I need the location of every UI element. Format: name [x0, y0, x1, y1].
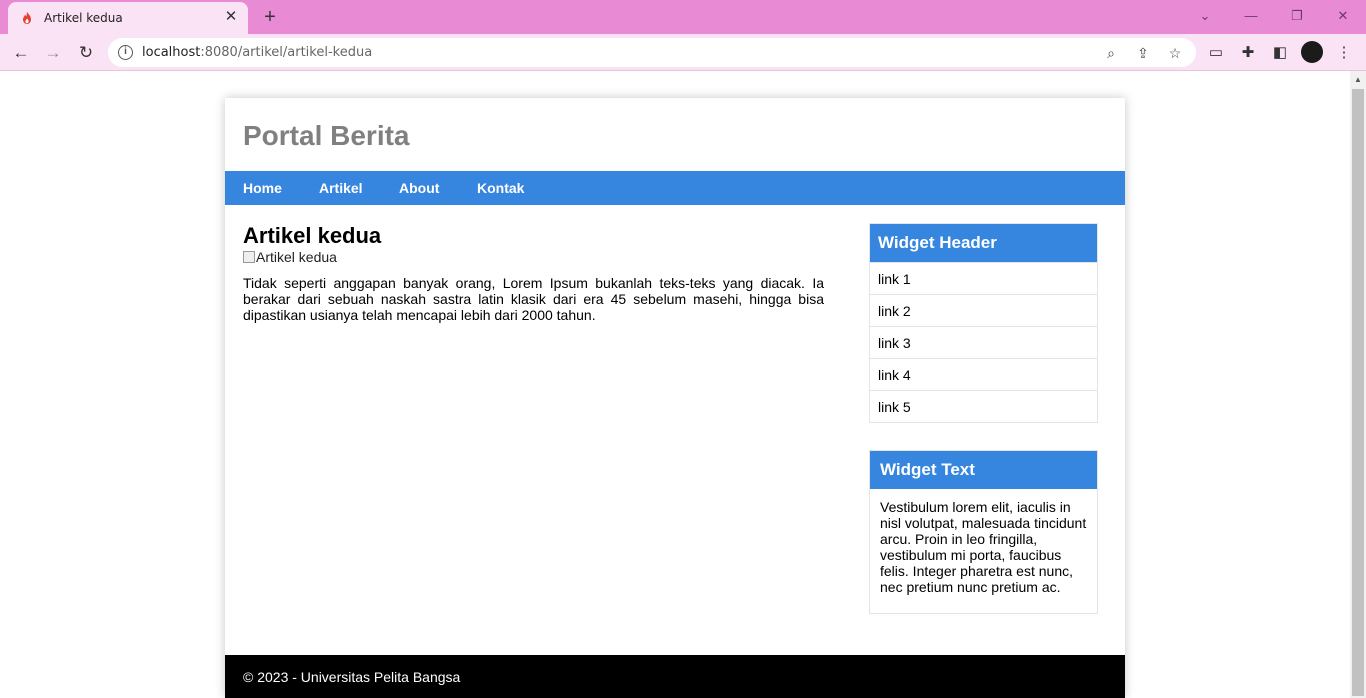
article-body: Tidak seperti anggapan banyak orang, Lor… — [243, 275, 824, 323]
close-window-icon[interactable]: ✕ — [1332, 6, 1354, 26]
browser-toolbar: ← → ↻ i localhost:8080/artikel/artikel-k… — [0, 34, 1366, 71]
page-viewport: Portal Berita Home Artikel About Kontak … — [0, 71, 1350, 698]
new-tab-icon[interactable]: + — [259, 6, 281, 28]
browser-tab-bar: Artikel kedua ✕ + ⌄ — ❐ ✕ — [0, 0, 1366, 34]
tab-title: Artikel kedua — [44, 11, 123, 25]
profile-avatar[interactable] — [1301, 41, 1323, 63]
site-info-icon[interactable]: i — [118, 45, 133, 60]
share-icon[interactable]: ⇪ — [1133, 43, 1153, 63]
zoom-icon[interactable]: ⌕ — [1101, 43, 1121, 63]
extensions-puzzle-icon[interactable]: ✚ — [1236, 41, 1260, 65]
reload-icon[interactable]: ↻ — [74, 41, 98, 65]
flame-icon — [23, 12, 31, 24]
tab-search-icon[interactable]: ⌄ — [1194, 6, 1216, 26]
page-container: Portal Berita Home Artikel About Kontak … — [225, 98, 1125, 698]
widget-link-3[interactable]: link 3 — [870, 326, 1097, 358]
article-image: Artikel kedua — [243, 249, 337, 265]
nav-home[interactable]: Home — [243, 180, 282, 196]
nav-artikel[interactable]: Artikel — [319, 180, 363, 196]
scroll-thumb[interactable] — [1352, 89, 1364, 696]
image-alt-text: Artikel kedua — [256, 249, 337, 265]
scroll-up-arrow-icon[interactable]: ▲ — [1350, 73, 1366, 87]
url-text[interactable]: localhost:8080/artikel/artikel-kedua — [142, 45, 372, 60]
widget-link-2[interactable]: link 2 — [870, 294, 1097, 326]
widget-header-title: Widget Header — [870, 224, 1097, 262]
menu-kebab-icon[interactable]: ⋮ — [1332, 41, 1356, 65]
url-host: localhost — [142, 45, 201, 60]
main-nav: Home Artikel About Kontak — [225, 171, 1125, 205]
side-panel-icon[interactable]: ◧ — [1268, 41, 1292, 65]
minimize-icon[interactable]: — — [1240, 6, 1262, 26]
page-scrollbar[interactable]: ▲ — [1350, 71, 1366, 698]
nav-about[interactable]: About — [399, 180, 439, 196]
bookmark-star-icon[interactable]: ☆ — [1165, 43, 1185, 63]
widget-link-1[interactable]: link 1 — [870, 262, 1097, 294]
browser-tab[interactable]: Artikel kedua ✕ — [8, 2, 248, 34]
widget-link-5[interactable]: link 5 — [870, 390, 1097, 422]
tab-close-icon[interactable]: ✕ — [222, 8, 240, 26]
cast-icon[interactable]: ▭ — [1204, 41, 1228, 65]
nav-kontak[interactable]: Kontak — [477, 180, 524, 196]
widget-text-title: Widget Text — [870, 451, 1097, 489]
site-title: Portal Berita — [243, 120, 410, 151]
back-icon[interactable]: ← — [9, 41, 33, 65]
page-footer: © 2023 - Universitas Pelita Bangsa — [225, 655, 1125, 698]
widget-link-4[interactable]: link 4 — [870, 358, 1097, 390]
footer-text: © 2023 - Universitas Pelita Bangsa — [243, 669, 461, 685]
url-path: :8080/artikel/artikel-kedua — [200, 45, 373, 60]
widget-text: Widget Text Vestibulum lorem elit, iacul… — [869, 450, 1098, 614]
restore-icon[interactable]: ❐ — [1286, 6, 1308, 26]
broken-image-icon — [243, 251, 255, 263]
forward-icon[interactable]: → — [41, 41, 65, 65]
article-title: Artikel kedua — [243, 223, 382, 248]
widget-links: Widget Header link 1 link 2 link 3 link … — [869, 223, 1098, 423]
widget-text-body: Vestibulum lorem elit, iaculis in nisl v… — [880, 499, 1087, 595]
address-bar[interactable]: i localhost:8080/artikel/artikel-kedua ⌕… — [108, 38, 1196, 67]
